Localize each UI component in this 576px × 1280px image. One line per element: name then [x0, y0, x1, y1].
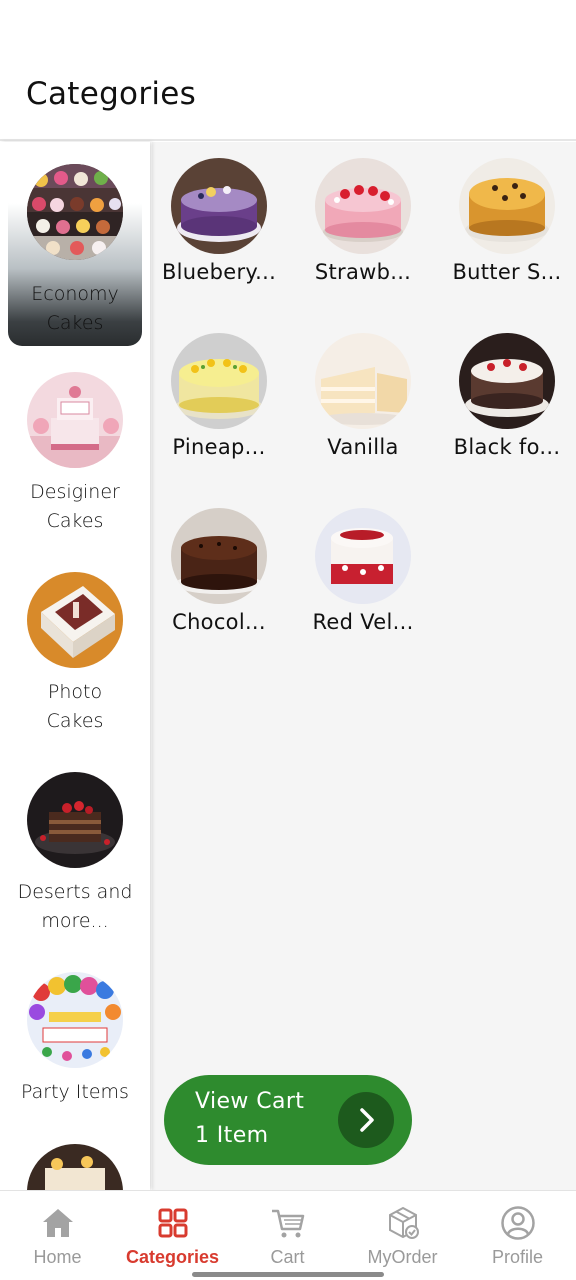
product-item-vanilla[interactable]: Vanilla — [298, 333, 428, 459]
butterscotch-cake-image — [459, 158, 555, 254]
view-cart-label: View Cart — [195, 1089, 305, 1114]
economy-cakes-image — [27, 164, 123, 260]
sidebar-item-photo-cakes[interactable]: Photo Cakes — [8, 572, 142, 736]
vanilla-cake-image — [315, 333, 411, 429]
sidebar-item-label: Party Items — [21, 1081, 129, 1103]
cart-item-count: 1 Item — [195, 1123, 269, 1148]
sidebar-item-label: Economy Cakes — [31, 283, 119, 334]
view-cart-button[interactable]: View Cart 1 Item — [164, 1075, 412, 1165]
chocolate-cake-image — [171, 508, 267, 604]
app-header: Categories — [0, 0, 576, 141]
product-item-pineapple[interactable]: Pineap... — [154, 333, 284, 459]
sidebar-item-label: Desiginer Cakes — [30, 481, 120, 532]
product-item-red-velvet[interactable]: Red Vel... — [298, 508, 428, 634]
product-label: Strawb... — [314, 260, 412, 284]
sidebar-item-label: Photo Cakes — [46, 681, 104, 732]
product-item-strawberry[interactable]: Strawb... — [298, 158, 428, 284]
black-forest-cake-image — [459, 333, 555, 429]
product-label: Chocol... — [172, 610, 266, 634]
product-item-black-forest[interactable]: Black fo... — [442, 333, 572, 459]
product-label: Red Vel... — [312, 610, 414, 634]
product-item-butterscotch[interactable]: Butter S... — [442, 158, 572, 284]
nav-myorder[interactable]: MyOrder — [345, 1205, 460, 1268]
category-sidebar[interactable]: Economy Cakes Desiginer Cakes Photo Cake… — [0, 142, 150, 1190]
nav-label: MyOrder — [367, 1247, 438, 1267]
photo-cakes-image — [27, 572, 123, 668]
page-title: Categories — [26, 76, 197, 112]
product-label: Black fo... — [453, 435, 561, 459]
designer-cakes-image — [27, 372, 123, 468]
product-item-blueberry[interactable]: Bluebery... — [154, 158, 284, 284]
grid-icon — [155, 1205, 191, 1241]
deserts-image — [27, 772, 123, 868]
product-label: Vanilla — [327, 435, 399, 459]
nav-home[interactable]: Home — [0, 1205, 115, 1268]
nav-cart[interactable]: Cart — [230, 1205, 345, 1268]
nav-label: Categories — [125, 1247, 220, 1267]
strawberry-cake-image — [315, 158, 411, 254]
more-category-image — [27, 1144, 123, 1190]
party-items-image — [27, 972, 123, 1068]
nav-label: Profile — [491, 1247, 544, 1267]
chevron-right-icon — [338, 1092, 394, 1148]
nav-categories[interactable]: Categories — [115, 1205, 230, 1268]
nav-label: Cart — [270, 1247, 305, 1267]
product-grid: Bluebery... Strawb... Butter S... Pineap… — [152, 142, 576, 1190]
cart-icon — [270, 1205, 306, 1241]
sidebar-item-designer-cakes[interactable]: Desiginer Cakes — [8, 372, 142, 536]
product-label: Bluebery... — [161, 260, 277, 284]
bottom-navigation: Home Categories Cart MyOrder Profile — [0, 1190, 576, 1280]
red-velvet-cake-image — [315, 508, 411, 604]
product-item-chocolate[interactable]: Chocol... — [154, 508, 284, 634]
home-indicator[interactable] — [192, 1272, 384, 1277]
product-label: Butter S... — [452, 260, 562, 284]
profile-icon — [500, 1205, 536, 1241]
nav-label: Home — [33, 1247, 82, 1267]
sidebar-item-economy-cakes[interactable]: Economy Cakes — [8, 142, 142, 346]
package-icon — [385, 1205, 421, 1241]
sidebar-item-more[interactable] — [8, 1144, 142, 1190]
sidebar-item-party-items[interactable]: Party Items — [8, 972, 142, 1107]
nav-profile[interactable]: Profile — [460, 1205, 575, 1268]
sidebar-item-deserts-and-more[interactable]: Deserts and more... — [8, 772, 142, 936]
product-label: Pineap... — [172, 435, 266, 459]
pineapple-cake-image — [171, 333, 267, 429]
sidebar-item-label: Deserts and more... — [17, 881, 133, 932]
home-icon — [40, 1205, 76, 1241]
blueberry-cake-image — [171, 158, 267, 254]
